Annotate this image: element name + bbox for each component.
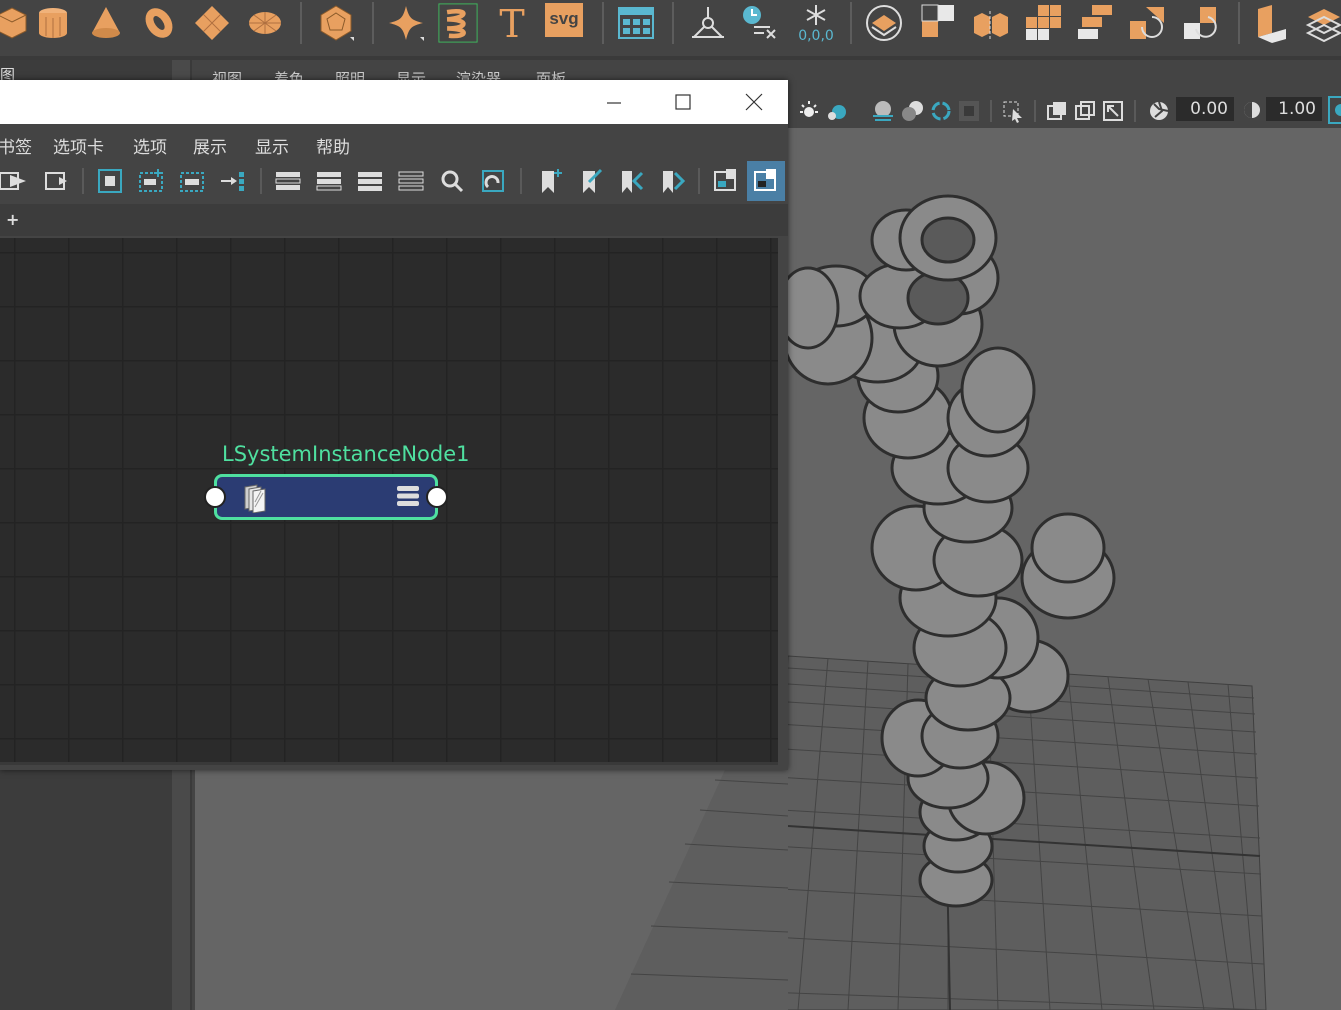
add-selected-nodes-icon[interactable] — [137, 167, 165, 195]
polyhedron-icon[interactable] — [316, 3, 356, 43]
toolbar-separator — [260, 168, 262, 194]
shelf-separator — [1238, 2, 1240, 44]
attribute-filter-icon — [754, 169, 776, 191]
cylinder-icon[interactable] — [33, 3, 73, 43]
depth-of-field-icon[interactable] — [956, 98, 982, 124]
ambient-occlusion-icon[interactable] — [870, 98, 896, 124]
connected-mode-icon[interactable] — [315, 167, 343, 195]
frame-selection-icon[interactable] — [96, 167, 124, 195]
bevel-icon[interactable] — [1252, 3, 1292, 43]
menu-display[interactable]: 显示 — [255, 133, 289, 158]
plane-icon[interactable] — [192, 3, 232, 43]
extrude-icon[interactable] — [1304, 3, 1341, 43]
shading-icon[interactable] — [864, 3, 904, 43]
cone-icon[interactable] — [86, 3, 126, 43]
subdivide-icon[interactable] — [1076, 3, 1116, 43]
split-icon[interactable] — [918, 3, 958, 43]
simple-mode-icon[interactable] — [274, 167, 302, 195]
full-mode-icon[interactable] — [356, 167, 384, 195]
perspective-viewport[interactable] — [788, 128, 1341, 1010]
output-connections-icon[interactable] — [43, 167, 71, 195]
input-output-connections-icon[interactable] — [0, 167, 28, 195]
instancer-node-icon — [244, 484, 266, 513]
svg-text:0,0,0: 0,0,0 — [798, 28, 834, 43]
disc-icon[interactable] — [245, 3, 285, 43]
exposure-field[interactable]: 0.00 — [1176, 97, 1234, 121]
type-grid-icon[interactable] — [616, 3, 656, 43]
toolbar-separator — [520, 168, 522, 194]
anti-alias-icon[interactable] — [928, 98, 954, 124]
isolate-select-icon[interactable] — [1000, 98, 1026, 124]
smooth-icon[interactable] — [1024, 3, 1064, 43]
minimize-icon[interactable] — [594, 86, 634, 118]
toggle-swatches-icon[interactable] — [712, 167, 740, 195]
close-icon[interactable] — [733, 86, 773, 118]
menu-options[interactable]: 选项 — [133, 133, 167, 158]
menu-bookmarks[interactable]: 书签 — [0, 133, 32, 158]
graph-materials-icon[interactable] — [479, 167, 507, 195]
search-icon[interactable] — [438, 167, 466, 195]
shadow-icon[interactable] — [824, 98, 850, 124]
shelf-toolbar: T svg 0,0,0 — [0, 0, 1341, 56]
torus-icon[interactable] — [139, 3, 179, 43]
edit-bookmark-icon[interactable] — [577, 167, 605, 195]
next-bookmark-icon[interactable] — [659, 167, 687, 195]
menu-show[interactable]: 展示 — [193, 133, 227, 158]
add-bookmark-icon[interactable] — [536, 167, 564, 195]
shelf-separator — [372, 2, 374, 44]
toggle-attribute-filter-button[interactable] — [747, 161, 785, 201]
svg-icon[interactable]: svg — [545, 3, 583, 37]
toolbar-separator — [82, 168, 84, 194]
gamma-field[interactable]: 1.00 — [1266, 97, 1322, 121]
viewport-lower-region[interactable] — [195, 770, 788, 1010]
menu-help[interactable]: 帮助 — [316, 133, 350, 158]
exposure-icon[interactable] — [1146, 98, 1172, 124]
graph-scroll-gutter — [778, 238, 786, 765]
add-tab-button[interactable]: + — [6, 210, 19, 229]
extract-icon[interactable] — [970, 3, 1010, 43]
input-port[interactable] — [204, 486, 226, 508]
node-editor-tabbar — [0, 204, 788, 236]
super-shape-icon[interactable] — [386, 3, 426, 43]
boolean-diff-icon[interactable] — [1182, 3, 1222, 43]
xray-icon[interactable] — [1044, 98, 1070, 124]
ground-grid-lower — [615, 770, 788, 1010]
previous-bookmark-icon[interactable] — [618, 167, 646, 195]
freeze-transforms-icon[interactable] — [740, 3, 780, 43]
toolbar-separator — [1134, 100, 1136, 122]
layout-nodes-icon[interactable] — [219, 167, 247, 195]
window-titlebar[interactable] — [0, 80, 788, 124]
menu-tabs[interactable]: 选项卡 — [53, 133, 104, 158]
text-icon[interactable]: T — [492, 3, 532, 43]
mirror-icon[interactable] — [688, 3, 728, 43]
shelf-separator — [850, 2, 852, 44]
xray-joints-icon[interactable] — [1072, 98, 1098, 124]
output-port[interactable] — [426, 486, 448, 508]
custom-mode-icon[interactable] — [397, 167, 425, 195]
node-editor-menubar — [0, 124, 788, 160]
toolbar-separator — [698, 168, 700, 194]
toolbar-separator — [1034, 100, 1036, 122]
node-name-label: LSystemInstanceNode1 — [222, 442, 470, 466]
snowflake-icon[interactable]: 0,0,0 — [794, 3, 838, 43]
attribute-list-icon[interactable] — [395, 483, 421, 509]
color-management-icon[interactable] — [1328, 96, 1341, 124]
shelf-separator — [300, 2, 302, 44]
light-icon[interactable] — [796, 98, 822, 124]
lsystem-instance-node[interactable] — [214, 474, 438, 520]
toolbar-separator — [990, 100, 992, 122]
maximize-icon[interactable] — [663, 86, 703, 118]
shelf-separator — [602, 2, 604, 44]
cube-icon[interactable] — [0, 3, 32, 43]
shelf-separator — [672, 2, 674, 44]
remove-selected-nodes-icon[interactable] — [178, 167, 206, 195]
boolean-union-icon[interactable] — [1128, 3, 1168, 43]
gamma-icon[interactable] — [1240, 98, 1264, 122]
svg-text:T: T — [499, 3, 524, 43]
xray-components-icon[interactable] — [1100, 98, 1126, 124]
viewport-scene — [788, 194, 1267, 1010]
helix-icon[interactable] — [438, 3, 478, 43]
motion-blur-icon[interactable] — [900, 98, 926, 124]
